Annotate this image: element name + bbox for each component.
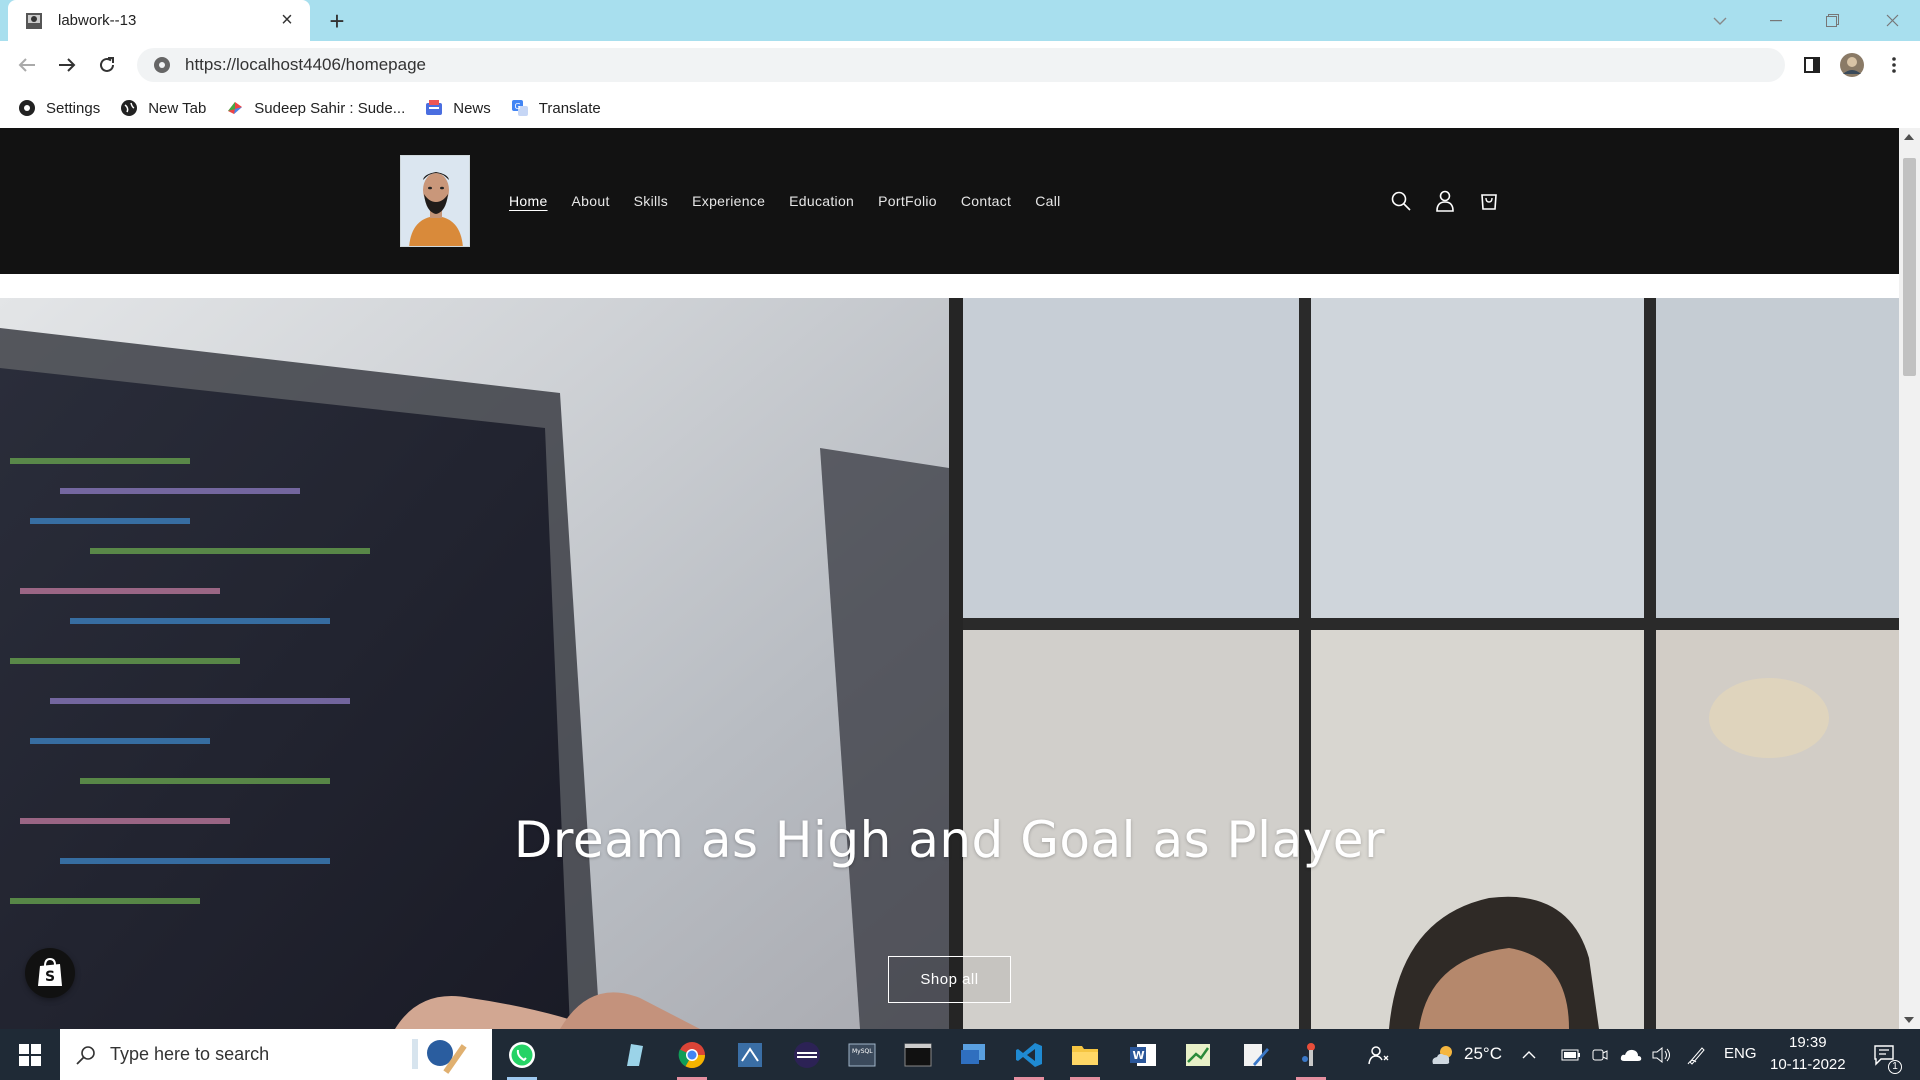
nav-education[interactable]: Education	[789, 193, 854, 209]
url-text: https://localhost4406/homepage	[185, 55, 427, 74]
remote-desktop-icon[interactable]	[950, 1029, 996, 1080]
translate-icon: G	[511, 99, 529, 117]
bookmark-label: Settings	[46, 99, 101, 117]
word-icon[interactable]: W	[1120, 1029, 1166, 1080]
back-arrow-icon[interactable]	[11, 49, 43, 81]
svg-text:MySQL: MySQL	[852, 1048, 873, 1055]
settings-gear-icon	[18, 99, 36, 117]
page-viewport: Home About Skills Experience Education P…	[0, 128, 1899, 1029]
browser-tab-strip: labwork--13 × +	[0, 0, 1920, 41]
hero-image-window-person	[949, 298, 1899, 1029]
notes-app-icon[interactable]	[611, 1029, 657, 1080]
side-panel-icon[interactable]	[1796, 49, 1828, 81]
eclipse-icon[interactable]	[784, 1029, 830, 1080]
bookmark-translate[interactable]: G Translate	[511, 99, 601, 117]
shopify-bag-icon[interactable]: S	[25, 948, 75, 998]
taskbar-search-box[interactable]: Type here to search	[60, 1029, 492, 1080]
cart-icon[interactable]	[1472, 184, 1506, 218]
nav-home[interactable]: Home	[509, 193, 548, 209]
hero-banner	[0, 298, 1899, 1029]
language-indicator[interactable]: ENG	[1724, 1045, 1757, 1062]
volume-icon[interactable]	[1648, 1029, 1676, 1080]
browser-toolbar: https://localhost4406/homepage	[0, 41, 1920, 88]
tab-search-chevron-icon[interactable]	[1692, 0, 1748, 41]
clock-time[interactable]: 19:39	[1789, 1034, 1827, 1051]
search-icon	[76, 1045, 95, 1065]
bookmark-sudeep-sahir[interactable]: Sudeep Sahir : Sude...	[226, 99, 405, 117]
chevron-up-icon[interactable]	[1518, 1029, 1540, 1080]
hero-title: Dream as High and Goal as Player	[513, 811, 1386, 869]
nav-about[interactable]: About	[572, 193, 610, 209]
vscode-icon[interactable]	[1006, 1029, 1052, 1080]
pen-workspace-icon[interactable]	[1682, 1029, 1712, 1080]
bookmark-settings[interactable]: Settings	[18, 99, 100, 117]
mysql-workbench-icon[interactable]: MySQL	[839, 1029, 885, 1080]
bookmark-label: New Tab	[148, 99, 207, 117]
new-tab-button[interactable]: +	[324, 6, 350, 36]
document-editor-icon[interactable]	[1232, 1029, 1278, 1080]
battery-icon[interactable]	[1558, 1029, 1584, 1080]
site-header: Home About Skills Experience Education P…	[0, 128, 1899, 274]
bookmark-label: Sudeep Sahir : Sude...	[254, 99, 406, 117]
search-highlight-cricket-icon[interactable]	[402, 1033, 482, 1077]
browser-menu-icon[interactable]	[1878, 49, 1910, 81]
nav-contact[interactable]: Contact	[961, 193, 1011, 209]
file-explorer-icon[interactable]	[1062, 1029, 1108, 1080]
nav-experience[interactable]: Experience	[692, 193, 765, 209]
restore-icon[interactable]	[1804, 0, 1860, 41]
account-icon[interactable]	[1428, 184, 1462, 218]
minimize-icon[interactable]	[1748, 0, 1804, 41]
bookmark-news[interactable]: News	[425, 99, 491, 117]
shop-all-button[interactable]: Shop all	[888, 956, 1011, 1003]
search-placeholder: Type here to search	[110, 1044, 270, 1064]
sql-developer-icon[interactable]	[727, 1029, 773, 1080]
nav-skills[interactable]: Skills	[634, 193, 668, 209]
address-bar[interactable]: https://localhost4406/homepage	[137, 48, 1785, 82]
notification-count-badge: 1	[1888, 1060, 1902, 1074]
chrome-icon[interactable]	[669, 1029, 715, 1080]
terminal-icon[interactable]	[895, 1029, 941, 1080]
bookmark-label: Translate	[538, 99, 601, 117]
reload-icon[interactable]	[91, 49, 123, 81]
weather-icon[interactable]	[1420, 1029, 1466, 1080]
tab-title: labwork--13	[58, 12, 137, 29]
notifications-icon[interactable]: 1	[1862, 1029, 1908, 1080]
nav-portfolio[interactable]: PortFolio	[878, 193, 937, 209]
news-icon	[425, 99, 443, 117]
search-icon[interactable]	[1384, 184, 1418, 218]
bookmark-label: News	[453, 99, 491, 117]
git-tool-icon[interactable]	[1288, 1029, 1334, 1080]
clock-date[interactable]: 10-11-2022	[1770, 1056, 1846, 1073]
svg-text:S: S	[45, 969, 55, 985]
whatsapp-icon[interactable]	[499, 1029, 545, 1080]
meet-now-icon[interactable]	[1587, 1029, 1613, 1080]
bookmark-brand-icon	[226, 99, 244, 117]
weather-temperature[interactable]: 25°C	[1464, 1044, 1502, 1064]
globe-icon	[120, 99, 138, 117]
profile-photo-logo[interactable]	[400, 155, 470, 247]
close-tab-icon[interactable]: ×	[276, 9, 298, 32]
bookmark-new-tab[interactable]: New Tab	[120, 99, 206, 117]
page-scrollbar[interactable]	[1899, 128, 1920, 1029]
onedrive-cloud-icon[interactable]	[1617, 1029, 1645, 1080]
people-icon[interactable]	[1356, 1029, 1402, 1080]
main-nav: Home About Skills Experience Education P…	[509, 128, 1085, 274]
scrollbar-thumb[interactable]	[1903, 158, 1916, 376]
bookmarks-bar: Settings New Tab Sudeep Sahir : Sude... …	[0, 88, 1920, 128]
site-info-icon[interactable]	[153, 56, 171, 74]
forward-arrow-icon[interactable]	[51, 49, 83, 81]
excel-chart-icon[interactable]	[1175, 1029, 1221, 1080]
windows-start-icon[interactable]	[0, 1029, 60, 1080]
svg-text:G: G	[514, 102, 520, 111]
close-window-icon[interactable]	[1864, 0, 1920, 41]
nav-call[interactable]: Call	[1035, 193, 1060, 209]
profile-avatar[interactable]	[1836, 49, 1868, 81]
scroll-up-icon[interactable]	[1904, 134, 1914, 140]
scroll-down-icon[interactable]	[1904, 1017, 1914, 1023]
svg-text:W: W	[1133, 1049, 1145, 1062]
hero-image-laptop-code	[0, 298, 949, 1029]
browser-tab[interactable]: labwork--13 ×	[8, 0, 310, 41]
windows-taskbar: Type here to search MySQL W 25°C ENG 19:…	[0, 1029, 1920, 1080]
tab-favicon-icon	[24, 11, 44, 31]
